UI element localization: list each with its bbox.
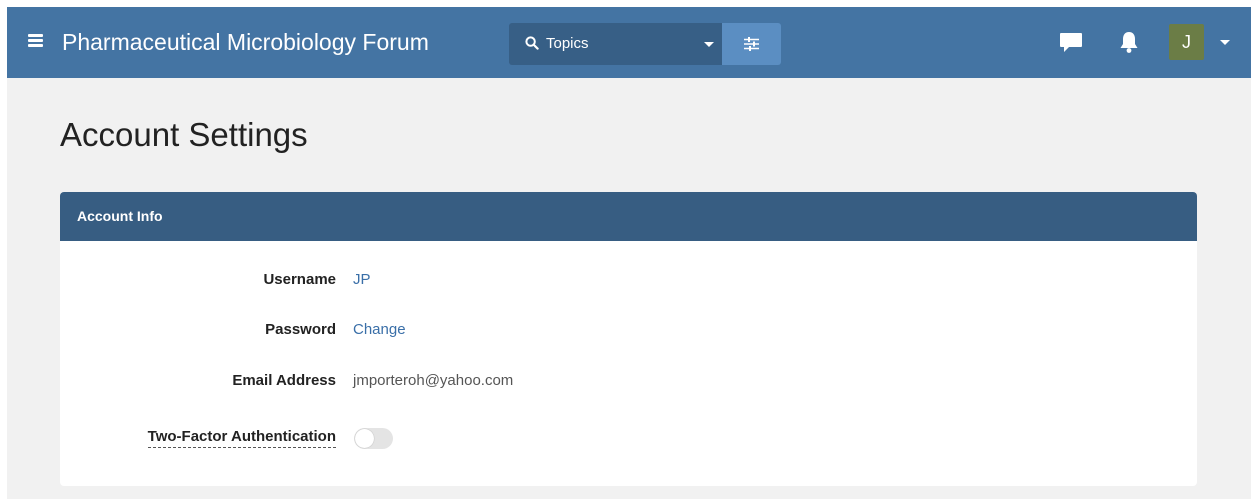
account-info-panel-header: Account Info [60,192,1197,241]
user-menu-chevron-down-icon[interactable] [1220,40,1230,45]
app-frame: Pharmaceutical Microbiology Forum Topics [7,7,1251,499]
toggle-knob [355,429,374,448]
chat-bubble-icon[interactable] [1059,32,1083,53]
hamburger-menu-icon[interactable] [28,34,43,47]
user-avatar[interactable]: J [1169,24,1204,60]
account-info-panel: Account Info Username JP Password Change… [60,192,1197,486]
email-address-label: Email Address [232,372,336,389]
change-password-link[interactable]: Change [353,321,406,339]
search-scope-dropdown[interactable]: Topics [509,23,722,65]
two-factor-auth-label: Two-Factor Authentication [60,428,336,448]
username-value-link[interactable]: JP [353,271,371,289]
site-title[interactable]: Pharmaceutical Microbiology Forum [62,29,429,55]
password-label: Password [265,321,336,338]
search-filter-button[interactable] [722,23,781,65]
top-navbar: Pharmaceutical Microbiology Forum Topics [7,7,1251,78]
bell-icon[interactable] [1119,30,1139,54]
filter-sliders-icon [744,37,759,51]
two-factor-auth-toggle[interactable] [354,428,393,449]
chevron-down-icon [704,42,714,47]
search-icon [525,36,539,50]
search-scope-label: Topics [546,35,589,52]
email-address-value: jmporteroh@yahoo.com [353,372,514,389]
panel-title: Account Info [77,208,163,224]
two-factor-auth-label-text: Two-Factor Authentication [147,428,336,448]
page-title: Account Settings [60,116,308,153]
username-label: Username [263,271,336,288]
